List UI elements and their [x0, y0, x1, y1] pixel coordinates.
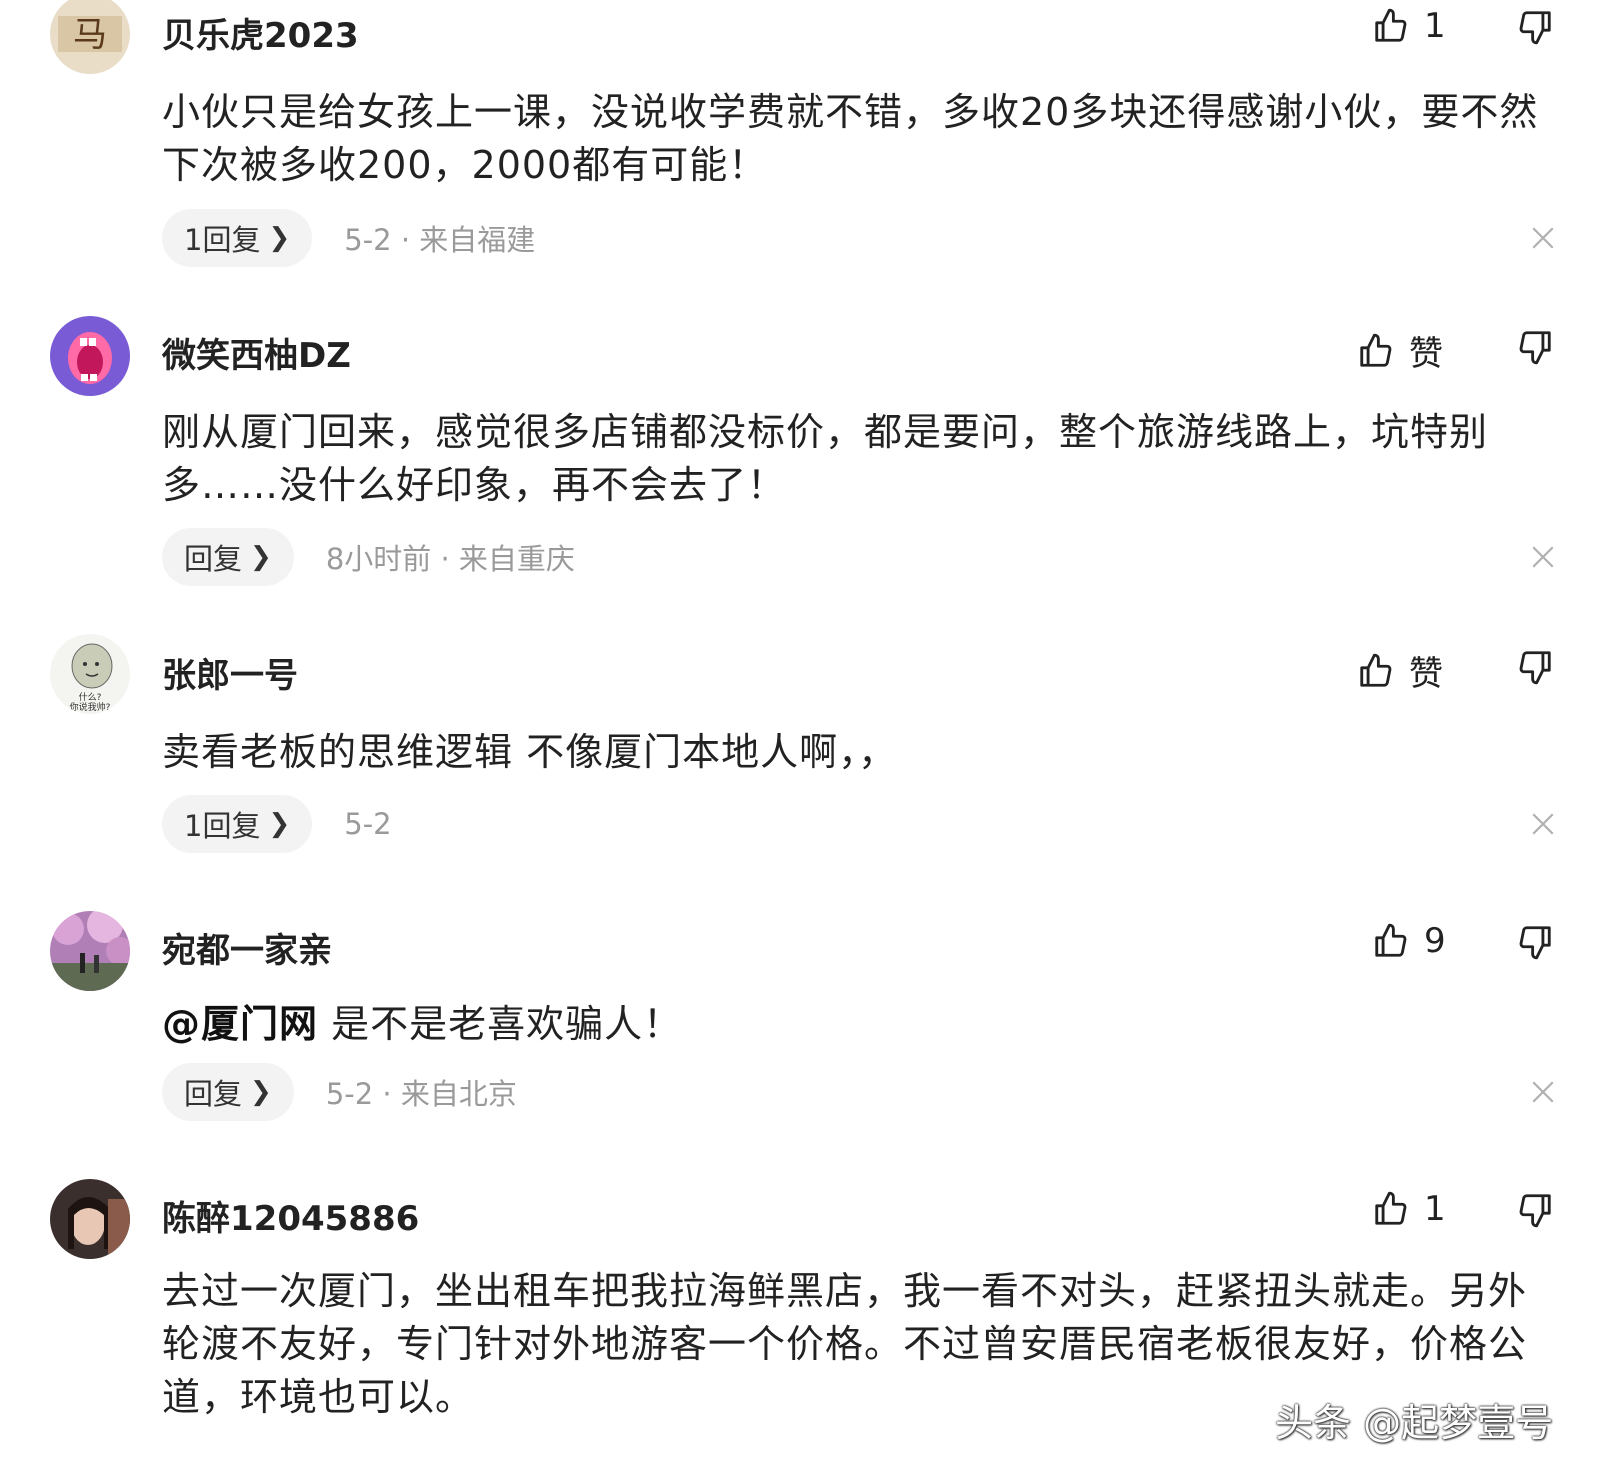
thumbs-up-icon [1357, 652, 1395, 690]
comment-text: 刚从厦门回来，感觉很多店铺都没标价，都是要问，整个旅游线路上，坑特别多……没什么… [162, 410, 1489, 507]
close-button[interactable] [1530, 1079, 1556, 1105]
comment-text: 卖看老板的思维逻辑 不像厦门本地人啊，， [162, 730, 898, 774]
comment-text-rest: 是不是老喜欢骗人！ [318, 1002, 683, 1046]
thumbs-up-icon [1372, 922, 1410, 960]
comment-meta: 8小时前 · 来自重庆 [326, 536, 575, 578]
comment-time: 5-2 [344, 807, 392, 841]
reply-button[interactable]: 回复 ❯ [162, 528, 294, 586]
like-count: 1 [1424, 6, 1446, 46]
like-button[interactable]: 1 [1372, 1189, 1446, 1229]
reply-button[interactable]: 1回复 ❯ [162, 795, 313, 853]
comment-meta: 5-2 · 来自北京 [326, 1071, 517, 1113]
chevron-right-icon: ❯ [268, 223, 291, 253]
username[interactable]: 贝乐虎2023 [162, 8, 359, 57]
close-button[interactable] [1530, 225, 1556, 251]
like-button[interactable]: 9 [1372, 921, 1446, 961]
meta-separator: · [382, 1077, 392, 1111]
meta-separator: · [440, 542, 450, 576]
comment-location: 来自福建 [419, 223, 536, 257]
like-count: 1 [1424, 1189, 1446, 1229]
username[interactable]: 陈醉12045886 [162, 1191, 419, 1240]
thumbs-down-icon [1516, 923, 1554, 961]
dislike-button[interactable] [1516, 328, 1554, 366]
chevron-right-icon: ❯ [268, 809, 291, 839]
reply-button[interactable]: 1回复 ❯ [162, 209, 313, 267]
svg-text:什么?: 什么? [79, 691, 102, 703]
username[interactable]: 宛都一家亲 [162, 923, 332, 972]
comment-time: 5-2 [344, 223, 392, 257]
reply-label: 回复 [184, 1077, 243, 1111]
mention-link[interactable]: @厦门网 [162, 1002, 318, 1046]
svg-text:马: 马 [73, 15, 107, 55]
comment-text: @厦门网 是不是老喜欢骗人！ [162, 998, 1542, 1051]
like-button[interactable]: 赞 [1357, 646, 1443, 695]
watermark: 头条 @起梦壹号 [1275, 1401, 1554, 1445]
chevron-right-icon: ❯ [250, 542, 272, 572]
chevron-right-icon: ❯ [250, 1077, 272, 1107]
user-avatar[interactable] [50, 316, 130, 396]
like-button[interactable]: 1 [1372, 6, 1446, 46]
user-avatar[interactable]: 马 [50, 0, 130, 74]
reply-label: 1回复 [184, 809, 261, 843]
thumbs-down-icon [1516, 8, 1554, 46]
user-avatar[interactable] [50, 911, 130, 991]
close-icon [1530, 811, 1556, 837]
user-avatar[interactable]: 什么? 你说我帅? [50, 634, 130, 714]
thumbs-down-icon [1516, 648, 1554, 686]
comment-time: 5-2 [325, 1077, 374, 1111]
dislike-button[interactable] [1516, 8, 1554, 46]
username[interactable]: 张郎一号 [162, 648, 298, 697]
thumbs-up-icon [1372, 7, 1410, 45]
like-button[interactable]: 赞 [1357, 326, 1443, 375]
comment-location: 来自北京 [400, 1077, 517, 1111]
dislike-button[interactable] [1516, 1191, 1554, 1229]
comment-time: 8小时前 [325, 542, 432, 576]
reply-label: 1回复 [184, 223, 261, 257]
thumbs-down-icon [1516, 1191, 1554, 1229]
reply-button[interactable]: 回复 ❯ [162, 1063, 294, 1121]
comment-text: 小伙只是给女孩上一课，没说收学费就不错，多收20多块还得感谢小伙，要不然下次被多… [162, 90, 1539, 187]
like-count: 9 [1424, 921, 1446, 961]
close-button[interactable] [1530, 544, 1556, 570]
user-avatar[interactable] [50, 1179, 130, 1259]
dislike-button[interactable] [1516, 648, 1554, 686]
meta-separator: · [400, 223, 411, 257]
close-button[interactable] [1530, 811, 1556, 837]
close-icon [1530, 225, 1556, 251]
comment-location: 来自重庆 [458, 542, 575, 576]
reply-label: 回复 [184, 542, 243, 576]
close-icon [1530, 544, 1556, 570]
username[interactable]: 微笑西柚DZ [162, 328, 351, 377]
like-count: 赞 [1409, 334, 1443, 374]
svg-text:你说我帅?: 你说我帅? [70, 701, 111, 713]
comment-meta: 5-2 · 来自福建 [344, 217, 535, 259]
close-icon [1530, 1079, 1556, 1105]
thumbs-up-icon [1372, 1190, 1410, 1228]
thumbs-up-icon [1357, 332, 1395, 370]
comment-meta: 5-2 [344, 807, 391, 841]
dislike-button[interactable] [1516, 923, 1554, 961]
thumbs-down-icon [1516, 328, 1554, 366]
like-count: 赞 [1409, 654, 1443, 694]
